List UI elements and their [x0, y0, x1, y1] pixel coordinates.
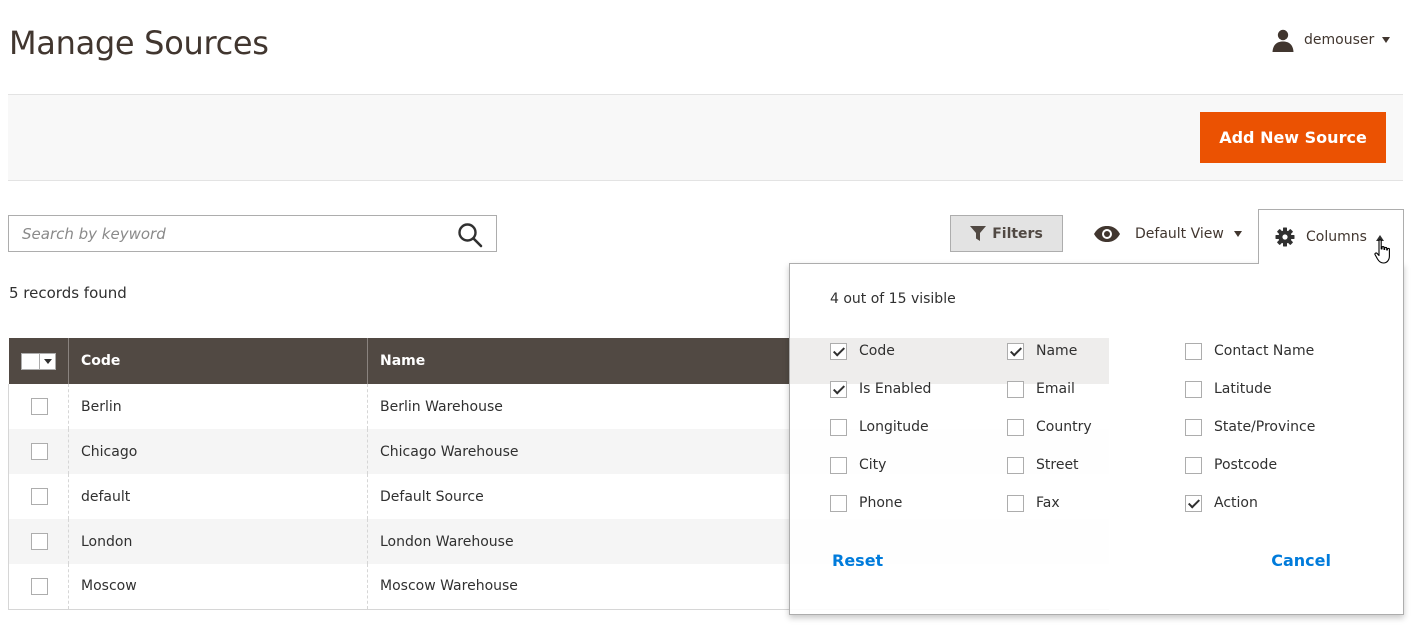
column-option-label: Latitude: [1214, 381, 1272, 397]
column-option-label: Postcode: [1214, 457, 1278, 473]
cell-code: Chicago: [68, 429, 368, 474]
column-option-phone[interactable]: Phone: [830, 494, 902, 512]
column-option-longitude[interactable]: Longitude: [830, 418, 929, 436]
column-option-label: Street: [1036, 457, 1079, 473]
column-checkbox[interactable]: [830, 494, 847, 512]
column-option-action[interactable]: Action: [1185, 494, 1258, 512]
mass-select-dropdown[interactable]: [20, 352, 56, 370]
row-checkbox[interactable]: [31, 488, 48, 505]
user-account-menu[interactable]: demouser: [1271, 28, 1391, 52]
user-icon: [1272, 29, 1294, 52]
row-checkbox[interactable]: [31, 577, 48, 595]
column-option-latitude[interactable]: Latitude: [1185, 380, 1272, 398]
add-new-source-button[interactable]: Add New Source: [1200, 112, 1386, 163]
column-option-state-province[interactable]: State/Province: [1185, 418, 1315, 436]
cell-code: Berlin: [68, 384, 368, 429]
column-checkbox[interactable]: [1007, 418, 1024, 436]
filters-label: Filters: [992, 225, 1043, 242]
keyword-search: [8, 215, 497, 252]
column-option-label: Fax: [1036, 495, 1060, 511]
column-option-country[interactable]: Country: [1007, 418, 1092, 436]
eye-icon: [1094, 225, 1120, 242]
column-option-is-enabled[interactable]: Is Enabled: [830, 380, 931, 398]
row-checkbox[interactable]: [31, 533, 48, 550]
column-checkbox[interactable]: [830, 380, 847, 398]
column-checkbox[interactable]: [1007, 456, 1024, 474]
page-title: Manage Sources: [9, 24, 269, 62]
row-checkbox[interactable]: [31, 443, 48, 460]
chevron-up-icon: [1375, 235, 1384, 241]
column-checkbox[interactable]: [1185, 456, 1202, 474]
view-label: Default View: [1135, 225, 1224, 242]
column-option-label: Is Enabled: [859, 381, 932, 397]
filters-button[interactable]: Filters: [950, 215, 1063, 252]
column-option-label: Contact Name: [1214, 343, 1315, 359]
columns-label: Columns: [1306, 229, 1367, 245]
column-checkbox[interactable]: [1007, 494, 1024, 512]
mass-select-header: [8, 338, 69, 384]
column-option-label: Email: [1036, 381, 1075, 397]
column-option-label: Action: [1214, 495, 1258, 511]
records-count: 5 records found: [9, 284, 127, 302]
column-option-contact-name[interactable]: Contact Name: [1185, 342, 1314, 360]
column-option-email[interactable]: Email: [1007, 380, 1075, 398]
column-option-fax[interactable]: Fax: [1007, 494, 1060, 512]
cell-code: Moscow: [68, 564, 368, 609]
cell-code: London: [68, 519, 368, 564]
cell-code: default: [68, 474, 368, 519]
row-checkbox[interactable]: [31, 398, 48, 415]
column-option-label: City: [859, 457, 887, 473]
column-option-label: Phone: [859, 495, 903, 511]
reset-columns-button[interactable]: Reset: [832, 551, 883, 570]
search-icon[interactable]: [457, 222, 483, 248]
chevron-down-icon: [43, 358, 52, 364]
mass-select-checkbox: [22, 353, 40, 369]
columns-button[interactable]: Columns: [1258, 209, 1404, 264]
funnel-icon: [970, 226, 987, 241]
page-actions-bar: [8, 94, 1403, 181]
column-option-label: Country: [1036, 419, 1092, 435]
username-label: demouser: [1304, 32, 1375, 48]
column-option-label: State/Province: [1214, 419, 1316, 435]
column-option-label: Name: [1036, 343, 1078, 359]
column-checkbox[interactable]: [1007, 342, 1024, 360]
column-option-label: Code: [859, 343, 895, 359]
visible-columns-count: 4 out of 15 visible: [830, 291, 956, 307]
chevron-down-icon: [1382, 37, 1391, 43]
column-checkbox[interactable]: [1185, 418, 1202, 436]
column-checkbox[interactable]: [1007, 380, 1024, 398]
column-checkbox[interactable]: [1185, 494, 1202, 512]
search-input[interactable]: [9, 216, 439, 251]
column-checkbox[interactable]: [1185, 342, 1202, 360]
column-option-label: Longitude: [859, 419, 929, 435]
column-checkbox[interactable]: [1185, 380, 1202, 398]
column-checkbox[interactable]: [830, 456, 847, 474]
column-option-code[interactable]: Code: [830, 342, 895, 360]
column-header-code[interactable]: Code: [68, 338, 368, 384]
column-option-postcode[interactable]: Postcode: [1185, 456, 1277, 474]
gear-icon: [1275, 227, 1295, 247]
columns-dropdown-panel: 4 out of 15 visible Code Name Contact Na…: [789, 263, 1404, 615]
chevron-down-icon: [1233, 230, 1242, 237]
column-option-city[interactable]: City: [830, 456, 886, 474]
column-checkbox[interactable]: [830, 342, 847, 360]
column-option-street[interactable]: Street: [1007, 456, 1079, 474]
cancel-columns-button[interactable]: Cancel: [1271, 551, 1331, 570]
column-option-name[interactable]: Name: [1007, 342, 1077, 360]
view-switcher[interactable]: Default View: [1093, 215, 1242, 252]
column-checkbox[interactable]: [830, 418, 847, 436]
